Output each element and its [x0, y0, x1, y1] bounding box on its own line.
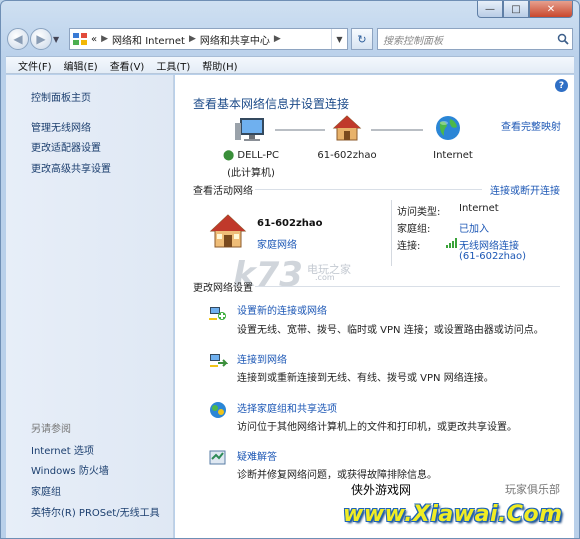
home-network-icon: [209, 214, 247, 248]
sidebar-item-intel-proset[interactable]: 英特尔(R) PROSet/无线工具: [31, 504, 160, 519]
homegroup-sharing-desc: 访问位于其他网络计算机上的文件和打印机，或更改共享设置。: [237, 422, 517, 433]
navigation-bar: ◀ ▶ ▼ « ▶ 网络和 Internet ▶ 网络和共享中心 ▶ ▼ ↻ 搜…: [7, 25, 573, 53]
club-watermark: 玩家俱乐部: [505, 483, 560, 496]
wireless-connection-ssid[interactable]: (61-602zhao): [459, 251, 526, 262]
network-name-label[interactable]: 61-602zhao: [307, 150, 387, 161]
sidebar-item-adapter-settings[interactable]: 更改适配器设置: [31, 139, 101, 154]
sidebar-item-control-panel-home[interactable]: 控制面板主页: [31, 89, 91, 104]
recent-pages-dropdown[interactable]: ▼: [53, 35, 65, 44]
refresh-icon: ↻: [357, 32, 367, 46]
control-panel-icon: [73, 33, 87, 45]
access-type-label: 访问类型:: [397, 207, 441, 218]
breadcrumb-network-sharing-center[interactable]: 网络和共享中心: [200, 32, 270, 47]
computer-icon: [235, 118, 264, 141]
active-network-name: 61-602zhao: [257, 218, 323, 229]
computer-name-text: DELL-PC: [237, 150, 279, 161]
caption-buttons: — □ ✕: [477, 1, 573, 18]
search-icon[interactable]: [554, 30, 572, 48]
menu-help[interactable]: 帮助(H): [202, 58, 237, 73]
k73-watermark-domain: .com: [315, 273, 335, 282]
active-networks-heading: 查看活动网络: [193, 186, 253, 197]
troubleshoot-icon: [209, 450, 226, 465]
internet-label[interactable]: Internet: [418, 150, 488, 161]
connection-line: [371, 129, 423, 131]
network-type-link[interactable]: 家庭网络: [257, 236, 297, 251]
menu-tools[interactable]: 工具(T): [156, 58, 190, 73]
menu-view[interactable]: 查看(V): [110, 58, 145, 73]
setup-connection-desc: 设置无线、宽带、拨号、临时或 VPN 连接；或设置路由器或访问点。: [237, 325, 544, 336]
computer-note: (此计算机): [227, 168, 275, 179]
breadcrumb-separator[interactable]: ▶: [101, 34, 108, 44]
homegroup-label: 家庭组:: [397, 224, 431, 235]
troubleshoot-desc: 诊断并修复网络问题，或获得故障排除信息。: [237, 470, 437, 481]
search-input[interactable]: 搜索控制面板: [383, 32, 554, 47]
wireless-signal-icon: [446, 238, 457, 248]
address-dropdown-icon[interactable]: ▼: [331, 29, 347, 49]
new-connection-icon: [209, 307, 226, 320]
sidebar-item-manage-wireless[interactable]: 管理无线网络: [31, 119, 91, 134]
explorer-window: — □ ✕ ◀ ▶ ▼ « ▶ 网络和 Internet ▶ 网络和共享中心 ▶…: [0, 0, 580, 539]
breadcrumb-network-internet[interactable]: 网络和 Internet: [112, 32, 185, 47]
connect-to-network-link[interactable]: 连接到网络: [237, 351, 287, 366]
homegroup-sharing-link[interactable]: 选择家庭组和共享选项: [237, 400, 337, 415]
search-box[interactable]: 搜索控制面板: [377, 28, 573, 50]
computer-name[interactable]: ⬤ DELL-PC: [216, 150, 286, 161]
refresh-button[interactable]: ↻: [351, 28, 373, 50]
change-settings-heading: 更改网络设置: [193, 283, 253, 294]
connect-network-icon: [210, 354, 228, 367]
connection-line: [275, 129, 325, 131]
sidebar-item-advanced-sharing[interactable]: 更改高级共享设置: [31, 160, 111, 175]
setup-connection-link[interactable]: 设置新的连接或网络: [237, 302, 327, 317]
menu-file[interactable]: 文件(F): [18, 58, 52, 73]
info-divider: [391, 200, 392, 266]
sidebar-item-internet-options[interactable]: Internet 选项: [31, 442, 94, 457]
forward-arrow-icon: ▶: [36, 32, 46, 46]
homegroup-link[interactable]: 已加入: [459, 220, 489, 235]
breadcrumb-overflow[interactable]: «: [91, 34, 97, 45]
close-button[interactable]: ✕: [529, 1, 573, 18]
connect-to-network-desc: 连接到或重新连接到无线、有线、拨号或 VPN 网络连接。: [237, 373, 494, 384]
main-content: ? 查看基本网络信息并设置连接 查看完整映射 ⬤ DELL-PC (此计算机) …: [175, 75, 574, 538]
sidebar-item-firewall[interactable]: Windows 防火墙: [31, 462, 109, 477]
help-icon[interactable]: ?: [555, 79, 568, 92]
troubleshoot-link[interactable]: 疑难解答: [237, 448, 277, 463]
minimize-button[interactable]: —: [477, 1, 503, 18]
access-type-value: Internet: [459, 203, 499, 214]
connect-disconnect-link[interactable]: 连接或断开连接: [490, 182, 560, 197]
connection-label: 连接:: [397, 241, 421, 252]
wireless-connection-link[interactable]: 无线网络连接: [459, 237, 519, 252]
maximize-button[interactable]: □: [503, 1, 529, 18]
breadcrumb-separator[interactable]: ▶: [189, 34, 196, 44]
forward-button[interactable]: ▶: [30, 28, 52, 50]
page-title: 查看基本网络信息并设置连接: [193, 97, 350, 111]
internet-globe-icon: [436, 116, 460, 140]
xiawai-site-watermark: 侠外游戏网: [351, 483, 412, 497]
menu-edit[interactable]: 编辑(E): [64, 58, 98, 73]
address-bar[interactable]: « ▶ 网络和 Internet ▶ 网络和共享中心 ▶ ▼: [69, 28, 348, 50]
homegroup-icon: [210, 402, 226, 418]
section-divider: [255, 189, 482, 190]
see-full-map-link[interactable]: 查看完整映射: [501, 118, 561, 133]
xiawai-logo-watermark: www.Xiawai.Com: [343, 502, 563, 527]
menu-bar: 文件(F) 编辑(E) 查看(V) 工具(T) 帮助(H): [6, 56, 574, 74]
see-also-heading: 另请参阅: [31, 424, 71, 435]
sidebar-item-homegroup[interactable]: 家庭组: [31, 483, 61, 498]
section-divider: [255, 286, 560, 287]
back-button[interactable]: ◀: [7, 28, 29, 50]
wired-network-icon: ⬤: [223, 150, 238, 161]
breadcrumb-separator[interactable]: ▶: [274, 34, 281, 44]
sidebar: 控制面板主页 管理无线网络 更改适配器设置 更改高级共享设置 另请参阅 Inte…: [6, 75, 174, 538]
back-arrow-icon: ◀: [13, 32, 23, 46]
house-network-icon: [332, 115, 362, 141]
